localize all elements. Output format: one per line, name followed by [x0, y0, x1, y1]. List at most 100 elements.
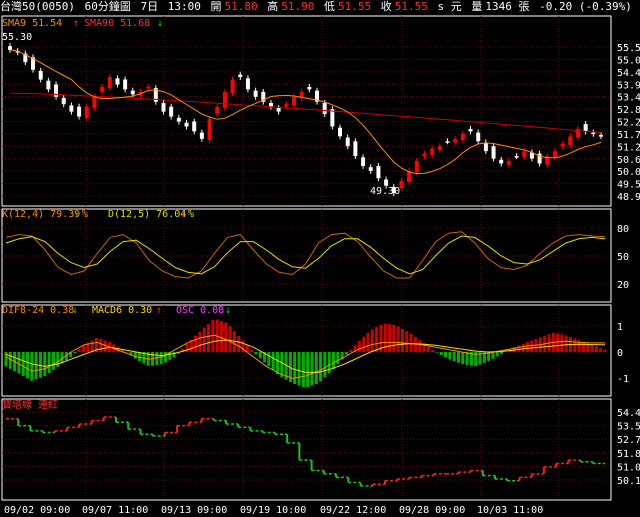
y-tick-label: 50.1 [617, 476, 640, 487]
candle-body [468, 128, 473, 132]
candle-body [284, 104, 289, 107]
osc-bar [560, 334, 564, 352]
stock-chart[interactable]: SMA9 51.54 ↑ SMA90 51.68 ↓ 55.30 49.30 5… [0, 0, 640, 517]
osc-bar [573, 338, 577, 352]
candle-body [61, 98, 66, 105]
y-tick-label: 54.4 [617, 408, 640, 419]
x-tick-label: 09/07 11:00 [82, 505, 148, 516]
osc-bar [431, 349, 435, 352]
candle-body [291, 96, 296, 106]
osc-bar [590, 344, 594, 352]
d-legend: D(12,5) 76.04 [108, 209, 186, 220]
osc-legend: OSC 0.08 [176, 305, 224, 316]
d-arrow: ↑ [180, 209, 186, 220]
candle-body [445, 141, 450, 143]
osc-bar [409, 333, 413, 352]
candle-body [238, 74, 243, 78]
osc-bar [564, 335, 568, 352]
sma9-legend: SMA9 51.54 [2, 18, 62, 29]
y-tick-label: 51.0 [617, 462, 640, 473]
osc-bar [581, 341, 585, 352]
candle-body [307, 86, 312, 90]
sma90-line [9, 92, 602, 134]
osc-bar [452, 352, 456, 362]
osc-bar [314, 352, 318, 385]
osc-bar [525, 342, 529, 352]
candle-body [599, 135, 603, 137]
osc-bar [34, 352, 38, 380]
osc-bar [396, 326, 400, 352]
osc-bar [267, 352, 271, 367]
candle-body [130, 90, 135, 95]
osc-bar [194, 335, 198, 352]
candle-body [491, 146, 496, 159]
osc-bar [26, 352, 30, 379]
osc-bar [357, 340, 361, 352]
osc-bar [202, 327, 206, 352]
osc-bar [21, 352, 25, 376]
candle-body [207, 119, 212, 141]
y-tick-label: 50.0 [617, 167, 640, 178]
y-tick-label: 52.2 [617, 118, 640, 129]
candle-body [84, 106, 89, 118]
candle-body [522, 151, 527, 158]
osc-bar [73, 352, 77, 354]
osc-bar [133, 352, 137, 359]
y-tick-label: 54.4 [617, 68, 640, 79]
osc-bar [383, 323, 387, 352]
candle-body [483, 142, 488, 152]
candle-body [268, 102, 273, 107]
k-arrow: ↓ [74, 209, 80, 220]
osc-bar [138, 352, 142, 362]
candle-body [38, 70, 43, 80]
osc-bar [30, 352, 34, 381]
candle-body [368, 167, 373, 171]
x-tick-label: 09/19 10:00 [240, 505, 306, 516]
sma90-legend: SMA90 51.68 [84, 18, 150, 29]
osc-bar [99, 338, 103, 352]
osc-bar [163, 352, 167, 363]
candle-body [552, 151, 557, 158]
candle-body [338, 127, 343, 137]
y-tick-label: 52.8 [617, 105, 640, 116]
candle-body [414, 161, 419, 173]
osc-bar [603, 349, 607, 352]
osc-bar [301, 352, 305, 388]
osc-bar [439, 352, 443, 356]
candle-body [514, 156, 519, 158]
candle-body [176, 117, 181, 122]
k-legend: K(12,4) 79.39 [2, 209, 80, 220]
osc-bar [344, 352, 348, 355]
candle-body [8, 46, 12, 50]
osc-bar [456, 352, 460, 363]
candle-body [460, 133, 465, 141]
y-tick-label: 51.8 [617, 449, 640, 460]
osc-bar [8, 352, 12, 369]
candle-body [568, 136, 573, 145]
candle-body [353, 141, 358, 157]
y-tick-label: 50 [617, 252, 629, 263]
osc-bar [224, 322, 228, 352]
price-panel-frame [1, 15, 612, 207]
y-tick-label: 51.2 [617, 142, 640, 153]
osc-bar [465, 352, 469, 365]
candle-body [476, 132, 481, 142]
osc-bar [297, 352, 301, 386]
y-tick-label: -1 [617, 374, 629, 385]
osc-bar [103, 340, 107, 352]
osc-bar [90, 340, 94, 352]
osc-bar [323, 352, 327, 378]
candle-body [215, 106, 220, 115]
tower-legend: 寶塔線 連紅 [2, 398, 58, 411]
y-tick-label: 80 [617, 224, 629, 235]
candle-body [422, 153, 427, 157]
candle-body [100, 86, 105, 92]
y-tick-label: 50.6 [617, 155, 640, 166]
d-pct: % [188, 209, 194, 220]
price-y-axis: 55.555.0 54.453.9 53.452.8 52.251.751.2 50.6… [2, 43, 640, 203]
x-tick-label: 09/22 12:00 [320, 505, 386, 516]
candle-body [92, 96, 97, 108]
osc-bar [280, 352, 284, 378]
candle-body [322, 102, 327, 115]
candle-body [430, 148, 435, 155]
